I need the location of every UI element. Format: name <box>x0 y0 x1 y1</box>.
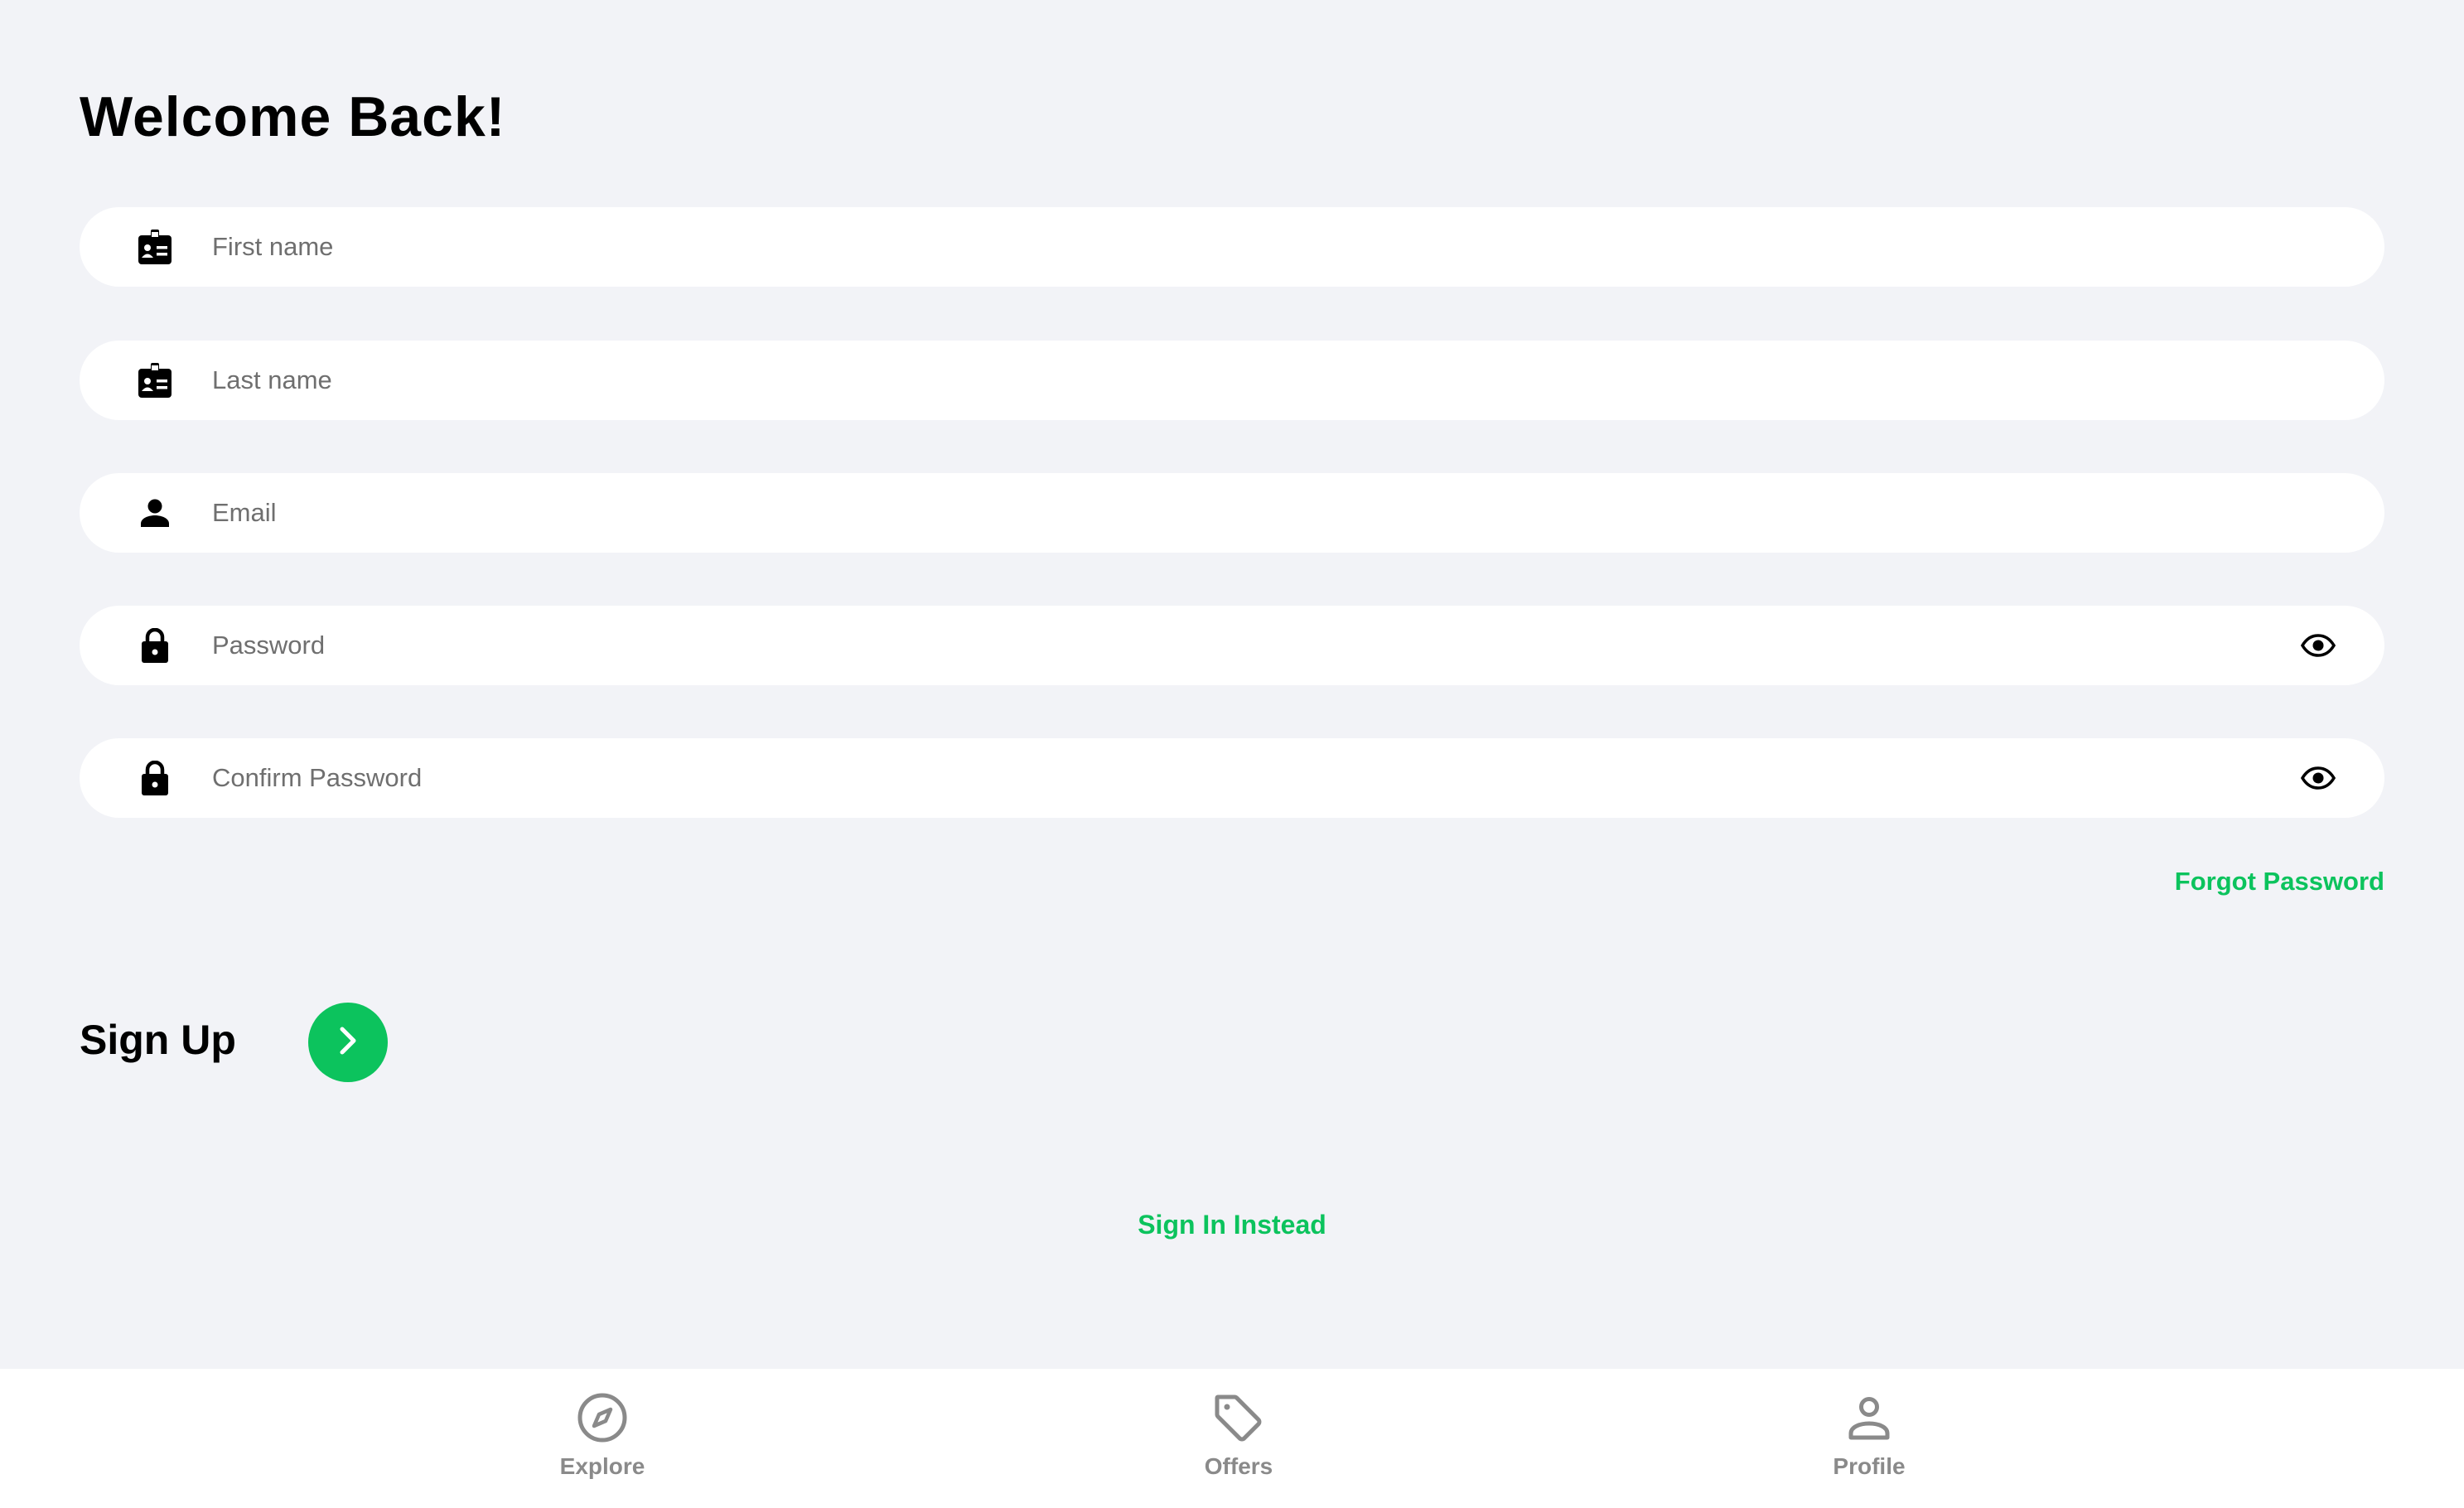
sign-in-row: Sign In Instead <box>0 1210 2464 1240</box>
tab-offers[interactable]: Offers <box>1156 1390 1321 1480</box>
first-name-input[interactable] <box>212 207 2267 287</box>
confirm-password-input[interactable] <box>212 738 2267 818</box>
person-icon <box>138 495 172 530</box>
chevron-right-icon <box>336 1024 360 1061</box>
email-field[interactable] <box>80 473 2384 553</box>
compass-icon <box>575 1390 630 1445</box>
tab-profile[interactable]: Profile <box>1786 1390 1952 1480</box>
tab-label: Explore <box>559 1453 645 1479</box>
first-name-field[interactable] <box>80 207 2384 287</box>
tab-label: Offers <box>1204 1453 1273 1479</box>
tab-explore[interactable]: Explore <box>519 1390 685 1480</box>
id-badge-icon <box>138 230 172 264</box>
sign-in-instead-link[interactable]: Sign In Instead <box>1138 1210 1326 1240</box>
id-badge-icon <box>138 363 172 398</box>
user-icon <box>1842 1390 1896 1445</box>
last-name-input[interactable] <box>212 341 2267 420</box>
eye-icon[interactable] <box>2300 627 2336 664</box>
tag-icon <box>1211 1390 1266 1445</box>
password-field[interactable] <box>80 606 2384 685</box>
last-name-field[interactable] <box>80 341 2384 420</box>
sign-up-label: Sign Up <box>80 1017 236 1063</box>
tab-label: Profile <box>1833 1453 1906 1479</box>
password-input[interactable] <box>212 606 2267 685</box>
confirm-password-field[interactable] <box>80 738 2384 818</box>
sign-up-button[interactable] <box>308 1003 388 1082</box>
signup-screen: Welcome Back! First name Last name Email… <box>0 0 2464 1369</box>
bottom-tab-bar: Explore Offers Profile <box>0 1369 2464 1508</box>
lock-icon <box>138 628 172 663</box>
eye-icon[interactable] <box>2300 760 2336 796</box>
forgot-password-link[interactable]: Forgot Password <box>2175 867 2384 897</box>
page-title: Welcome Back! <box>80 85 506 148</box>
lock-icon <box>138 761 172 795</box>
email-input[interactable] <box>212 473 2267 553</box>
